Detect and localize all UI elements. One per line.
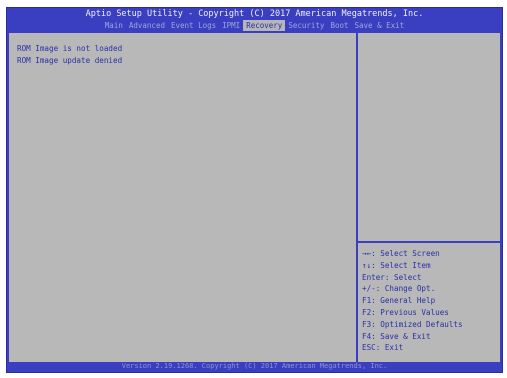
key-help-select-item: ↑↓: Select Item (362, 260, 431, 270)
key-help-general-help: F1: General Help (362, 296, 436, 306)
content-area: ROM Image is not loaded ROM Image update… (9, 33, 500, 362)
help-panel: →←: Select Screen ↑↓: Select Item Enter:… (358, 33, 500, 362)
key-help-previous-values: F2: Previous Values (362, 307, 449, 317)
tab-ipmi[interactable]: IPMI (219, 20, 243, 31)
help-divider (358, 241, 500, 243)
menu-bar: Main Advanced Event Logs IPMI Recovery S… (7, 20, 502, 31)
tab-save-exit[interactable]: Save & Exit (352, 20, 408, 31)
key-help-save-exit: F4: Save & Exit (362, 331, 431, 341)
tab-main[interactable]: Main (102, 20, 126, 31)
key-help-optimized-defaults: F3: Optimized Defaults (362, 319, 463, 329)
key-help-enter: Enter: Select (362, 272, 422, 282)
bios-setup-screen: Aptio Setup Utility - Copyright (C) 2017… (6, 7, 503, 373)
key-help-select-screen: →←: Select Screen (362, 249, 440, 258)
tab-security[interactable]: Security (285, 20, 327, 31)
window-title: Aptio Setup Utility - Copyright (C) 2017… (85, 9, 424, 19)
tab-event-logs[interactable]: Event Logs (168, 20, 219, 31)
main-panel: ROM Image is not loaded ROM Image update… (9, 33, 356, 362)
version-footer: Version 2.19.1268. Copyright (C) 2017 Am… (121, 362, 388, 370)
key-help-list: →←: Select Screen ↑↓: Select Item Enter:… (362, 248, 498, 354)
key-help-change-opt: +/-: Change Opt. (362, 284, 436, 294)
tab-recovery[interactable]: Recovery (243, 20, 286, 31)
key-help-esc-exit: ESC: Exit (362, 343, 404, 353)
status-message-update-denied: ROM Image update denied (17, 56, 123, 65)
status-message-not-loaded: ROM Image is not loaded (17, 44, 123, 53)
tab-advanced[interactable]: Advanced (126, 20, 168, 31)
tab-boot[interactable]: Boot (327, 20, 351, 31)
